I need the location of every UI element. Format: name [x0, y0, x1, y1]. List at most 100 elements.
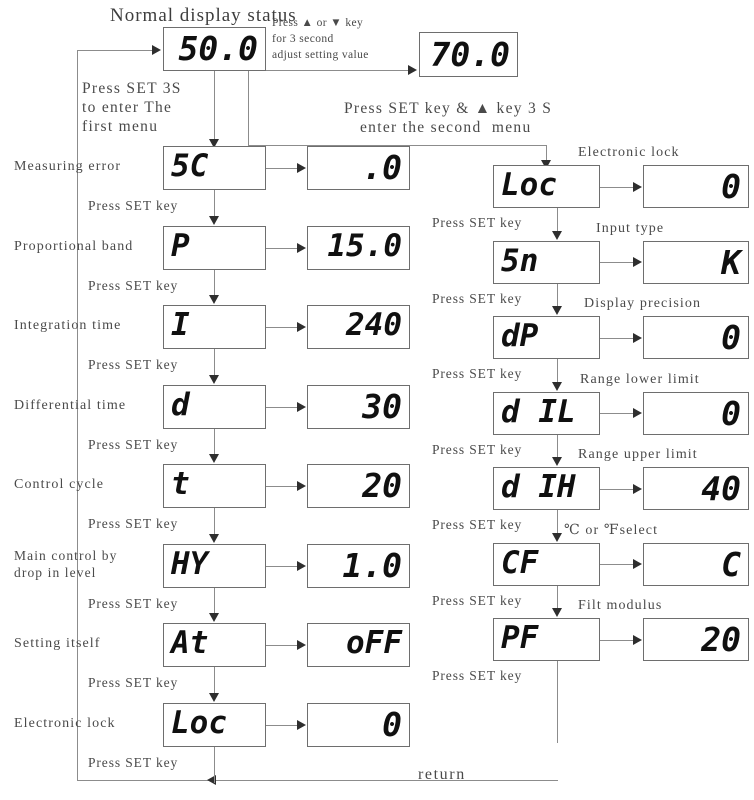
- menu-row-code-box: CF: [493, 542, 600, 586]
- menu-row-label: Range lower limit: [580, 372, 700, 387]
- normal-display-box: 50.0: [163, 27, 266, 71]
- press-set-key-label: Press SET key: [432, 291, 523, 306]
- return-rail-top: [77, 50, 157, 51]
- menu-row-code-box: Loc: [163, 702, 266, 747]
- connector-code-to-value: [266, 248, 298, 249]
- arrowhead-code-to-value-icon: [633, 559, 642, 569]
- return-rail-bottom: [77, 780, 558, 781]
- menu-row-code-value: I: [171, 307, 190, 343]
- arrowhead-row-to-next-icon: [209, 295, 219, 304]
- press-set-key-label: Press SET key: [432, 366, 523, 381]
- menu-row-label: Proportional band: [14, 239, 134, 254]
- menu-row-value: .0: [362, 148, 402, 187]
- menu-row-label: Setting itself: [14, 636, 101, 651]
- connector-code-to-value: [600, 338, 634, 339]
- menu-row-value: 0: [721, 393, 741, 433]
- connector-normal-to-adjusted: [266, 70, 410, 71]
- menu-row-code-box: d IL: [493, 391, 600, 435]
- arrowhead-row-to-next-icon: [209, 374, 219, 384]
- menu-row-value-box: 20: [643, 618, 749, 661]
- menu-row-code-value: At: [171, 625, 209, 661]
- press-set-key-label: Press SET key: [88, 198, 179, 213]
- press-set-key-label: Press SET key: [432, 215, 523, 230]
- menu-row-code-value: P: [171, 227, 190, 264]
- arrowhead-row-to-next-icon: [552, 306, 562, 315]
- menu-row-code-value: 5n: [501, 242, 539, 279]
- press-set-key-label: Press SET key: [432, 442, 523, 457]
- press-set-key-label: Press SET key: [88, 596, 179, 611]
- menu-row-value-box: oFF: [307, 623, 410, 667]
- menu-row-label: Range upper limit: [578, 447, 698, 462]
- second-menu-note-line2: enter the second menu: [360, 119, 532, 136]
- menu-row-value-box: 0: [307, 702, 410, 747]
- menu-row-code-value: Loc: [501, 167, 557, 203]
- menu-row-code-value: HY: [171, 545, 209, 582]
- menu-row-label: Main control by drop in level: [14, 548, 118, 580]
- connector-column-tail: [214, 746, 215, 783]
- menu-row-value: 240: [346, 307, 402, 343]
- menu-row-code-value: d IL: [501, 393, 576, 430]
- connector-code-to-value: [600, 489, 634, 490]
- menu-row-value: 40: [701, 469, 741, 508]
- arrowhead-code-to-value-icon: [297, 402, 306, 412]
- menu-row-label: Electronic lock: [578, 145, 680, 160]
- menu-row-value: 0: [382, 704, 402, 744]
- arrowhead-code-to-value-icon: [297, 640, 306, 650]
- connector-code-to-value: [600, 413, 634, 414]
- menu-row-code-value: t: [171, 466, 190, 502]
- menu-row-code-box: d IH: [493, 467, 600, 510]
- diagram-canvas: Normal display status 50.0 Press ▲ or ▼ …: [0, 0, 754, 800]
- press-set-key-label: Press SET key: [88, 357, 179, 372]
- menu-row-label: Display precision: [584, 296, 702, 311]
- press-set-key-label: Press SET key: [88, 516, 179, 531]
- connector-code-to-value: [600, 187, 634, 188]
- menu-row-code-box: dP: [493, 316, 600, 359]
- connector-code-to-value: [266, 645, 298, 646]
- press-set-key-label: Press SET key: [88, 278, 179, 293]
- first-menu-note-line3: first menu: [82, 118, 159, 135]
- arrowhead-code-to-value-icon: [297, 322, 306, 332]
- connector-second-menu-drop: [248, 71, 249, 145]
- menu-row-label: Control cycle: [14, 477, 105, 492]
- press-set-key-label: Press SET key: [88, 437, 179, 452]
- menu-row-value-box: K: [643, 240, 749, 284]
- menu-row-value-box: .0: [307, 146, 410, 190]
- menu-row-value-box: 15.0: [307, 225, 410, 270]
- arrowhead-code-to-value-icon: [633, 484, 642, 494]
- menu-row-value: 30: [362, 386, 402, 426]
- connector-code-to-value: [266, 168, 298, 169]
- arrowhead-code-to-value-icon: [297, 720, 306, 730]
- menu-row-label: Measuring error: [14, 159, 122, 174]
- connector-code-to-value: [266, 486, 298, 487]
- connector-code-to-value: [600, 640, 634, 641]
- connector-code-to-value: [600, 262, 634, 263]
- menu-row-code-value: CF: [501, 544, 539, 581]
- arrowhead-code-to-value-icon: [297, 481, 306, 491]
- return-label: return: [418, 766, 466, 783]
- menu-row-code-box: d: [163, 384, 266, 429]
- menu-row-code-box: At: [163, 623, 266, 667]
- press-set-key-label: Press SET key: [432, 593, 523, 608]
- menu-row-value-box: C: [643, 542, 749, 586]
- page-title: Normal display status: [110, 5, 297, 26]
- menu-row-code-box: 5n: [493, 240, 600, 284]
- arrowhead-code-to-value-icon: [633, 333, 642, 343]
- arrowhead-row-to-next-icon: [552, 381, 562, 391]
- menu-row-value: C: [721, 544, 741, 584]
- menu-row-value-box: 240: [307, 305, 410, 349]
- menu-row-code-box: P: [163, 225, 266, 270]
- arrowhead-code-to-value-icon: [297, 243, 306, 253]
- arrowhead-code-to-value-icon: [297, 163, 306, 173]
- arrowhead-row-to-next-icon: [552, 532, 562, 542]
- menu-row-value: K: [721, 242, 741, 282]
- press-set-key-label: Press SET key: [432, 668, 523, 683]
- arrowhead-row-to-next-icon: [552, 230, 562, 240]
- connector-code-to-value: [266, 725, 298, 726]
- arrowhead-row-to-next-icon: [209, 613, 219, 622]
- connector-code-to-value: [266, 407, 298, 408]
- adjusted-display-value: 70.0: [430, 35, 510, 74]
- menu-row-value-box: 40: [643, 467, 749, 510]
- adjust-note-line1: Press ▲ or ▼ key: [272, 17, 364, 29]
- menu-row-value-box: 0: [643, 316, 749, 359]
- press-set-key-label: Press SET key: [88, 755, 179, 770]
